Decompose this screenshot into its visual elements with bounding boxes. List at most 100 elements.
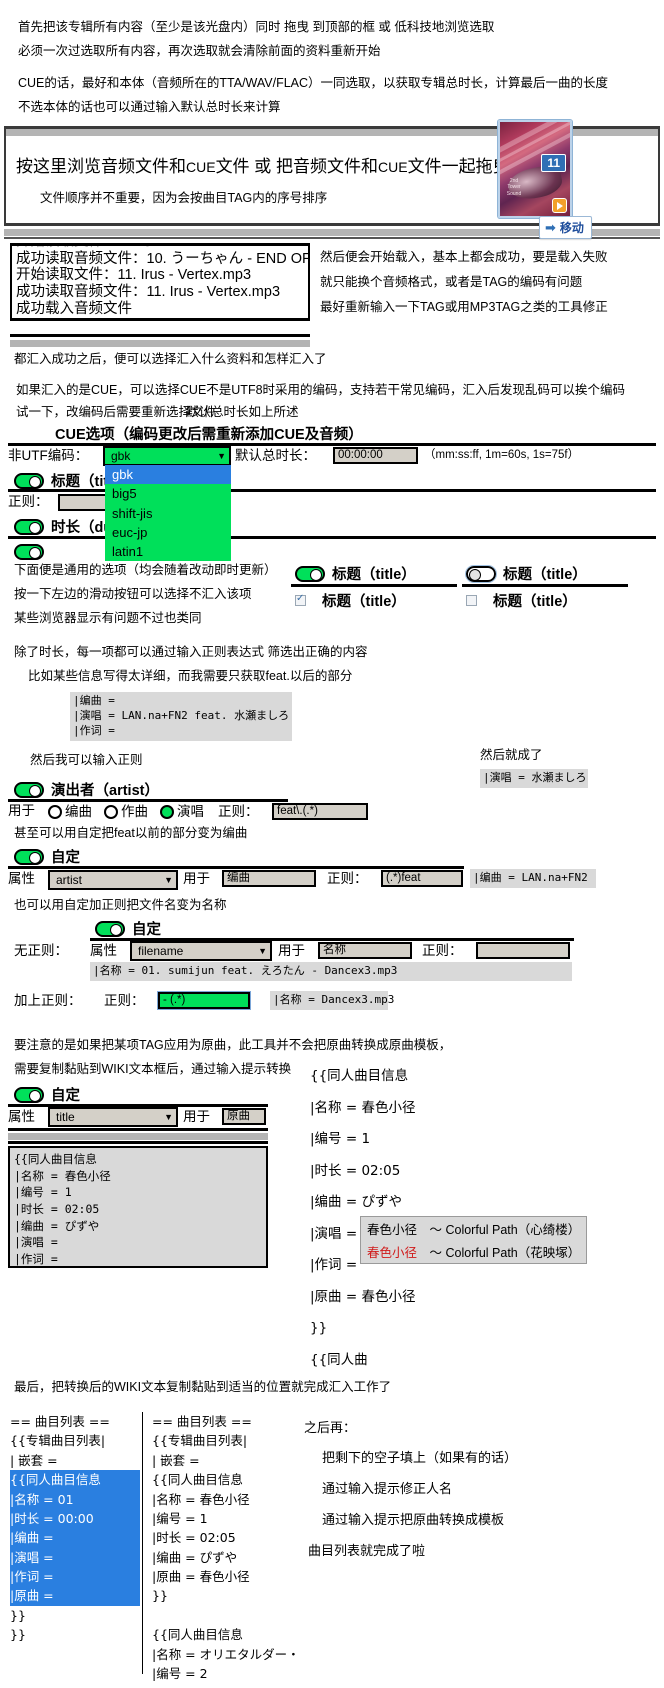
demo-toggle-off-row[interactable]: 标题（title） xyxy=(465,563,587,584)
artist-result-preview: |演唱 = 水瀬ましろ xyxy=(480,769,588,788)
artist-regex-input[interactable]: feat\.(.*) xyxy=(272,803,368,820)
wiki-use-input[interactable]: 原曲 xyxy=(222,1108,266,1125)
custom1-attr-value: artist xyxy=(56,873,83,887)
track-count-badge: 11 xyxy=(541,154,566,172)
wiki-preview-line-1: |名称 = 春色小径 xyxy=(310,1099,416,1116)
artist-radio-3[interactable] xyxy=(160,803,174,821)
suggestion-item-1[interactable]: 春色小径 ～ Colorful Path（花映塚） xyxy=(361,1240,587,1263)
suggestion-item-0[interactable]: 春色小径 ～ Colorful Path（心绮楼） xyxy=(361,1217,587,1240)
artist-result-note: 然后就成了 xyxy=(480,748,543,762)
custom1-regex-value: (.*)feat xyxy=(386,872,421,884)
final-left-line: |时长 = 00:00 xyxy=(10,1508,140,1529)
wiki-band-gray xyxy=(8,1133,268,1140)
wiki-preview-line-2: |编号 = 1 xyxy=(310,1131,371,1147)
custom2-regex-input[interactable] xyxy=(476,942,570,959)
custom2-withregex-regex-label: 正则： xyxy=(104,993,145,1008)
wiki-toggle[interactable] xyxy=(14,1086,44,1103)
custom2-preview: |名称 = 01. sumijun feat. えろたん - Dancex3.m… xyxy=(90,962,572,981)
log-line-3: 成功载入音频文件 xyxy=(16,300,132,317)
wiki-note-1: 要注意的是如果把某项TAG应用为原曲，此工具并不会把原曲转换成原曲模板， xyxy=(14,1038,452,1052)
general-note-1: 下面便是通用的选项（均会随着改动即时更新） xyxy=(14,563,277,577)
encoding-select[interactable]: gbk ▼ xyxy=(103,446,231,466)
final-left-line: |编曲 = xyxy=(10,1528,140,1548)
custom1-label: 自定 xyxy=(51,850,80,866)
final-note: 最后，把转换后的WIKI文本复制黏贴到适当的位置就完成汇入工作了 xyxy=(14,1380,392,1394)
custom2-attr-value: filename xyxy=(138,944,184,958)
album-thumbnail[interactable]: 2nd Tower Sound 11 xyxy=(498,120,572,218)
custom1-attr-select[interactable]: artist ▼ xyxy=(48,870,178,890)
demo-check-on-row[interactable]: 标题（title） xyxy=(295,590,406,611)
suggestion-popup[interactable]: 春色小径 ～ Colorful Path（心绮楼） 春色小径 ～ Colorfu… xyxy=(360,1216,588,1264)
encoding-option-3[interactable]: euc-jp xyxy=(105,523,231,542)
regex-line-3: 然后我可以输入正则 xyxy=(30,753,143,767)
cue-title-toggle[interactable] xyxy=(14,472,44,489)
custom1-result-preview: |编曲 = LAN.na+FN2 xyxy=(470,869,596,888)
log-bottom-band xyxy=(10,340,310,347)
custom2-use-value: 名称 xyxy=(323,944,346,956)
wiki-toggle-row[interactable]: 自定 xyxy=(14,1084,80,1105)
cue-extra-toggle[interactable] xyxy=(14,543,44,560)
wiki-textarea[interactable]: {{同人曲目信息 |名称 = 春色小径 |编号 = 1 |时长 = 02:05 … xyxy=(8,1146,268,1268)
artist-radio-2[interactable] xyxy=(104,803,118,821)
final-note-3: 曲目列表就完成了啦 xyxy=(308,1543,426,1558)
play-icon[interactable] xyxy=(552,198,567,213)
move-button[interactable]: ➡ 移动 xyxy=(539,216,592,239)
demo-checkbox-on[interactable] xyxy=(295,593,306,606)
demo-check-off-row[interactable]: 标题（title） xyxy=(466,590,577,611)
custom2-withregex-preview: |名称 = Dancex3.mp3 xyxy=(270,991,394,1010)
suggestion-rest: ～ Colorful Path（花映塚） xyxy=(417,1246,581,1260)
move-button-label: 移动 xyxy=(559,221,584,235)
total-duration-hint: （mm:ss:ff, 1m=60s, 1s=75f） xyxy=(424,449,580,461)
custom2-use-input[interactable]: 名称 xyxy=(318,942,412,959)
custom2-attr-select[interactable]: filename ▼ xyxy=(130,941,272,961)
final-left-box: == 曲目列表 == {{专辑曲目列表| | 嵌套 = {{同人曲目信息 |名称 = 0… xyxy=(10,1412,140,1645)
artist-radio-1[interactable] xyxy=(48,803,62,821)
regex-line-2: 比如某些信息写得太详细，而我需要只获取feat.以后的部分 xyxy=(28,669,353,683)
custom1-use-input[interactable]: 编曲 xyxy=(222,870,316,887)
log-line-0: 成功读取音频文件：10. うーちゃん - END OF xyxy=(16,250,310,267)
chevron-down-icon: ▼ xyxy=(164,1112,173,1122)
regex-line-1: 除了时长，每一项都可以通过输入正则表达式 筛选出正确的内容 xyxy=(14,645,368,659)
artist-toggle-row[interactable]: 演出者（artist） xyxy=(14,779,159,800)
custom1-attr-label: 属性 xyxy=(8,871,35,886)
encoding-select-value: gbk xyxy=(111,449,131,463)
wiki-note-2: 需要复制黏贴到WIKI文本框后，通过输入提示转换 xyxy=(14,1062,292,1076)
import-log-box: 开始读取文件：10. う 成功读取音频文件：10. うーちゃん - END OF… xyxy=(10,243,310,321)
cue-duration-toggle[interactable] xyxy=(14,518,44,535)
wiki-preview-line-8: }} xyxy=(310,1320,328,1336)
demo-toggle-off[interactable] xyxy=(465,564,497,583)
custom2-withregex-label: 加上正则： xyxy=(14,993,82,1008)
custom1-regex-input[interactable]: (.*)feat xyxy=(381,870,463,887)
custom2-toggle[interactable] xyxy=(95,920,125,937)
regex-line-4: 甚至可以用自定把feat以前的部分变为编曲 xyxy=(14,826,248,840)
custom2-withregex-input[interactable]: - (.*) xyxy=(157,991,251,1010)
encoding-option-2[interactable]: shift-jis xyxy=(105,504,231,523)
demo-toggle-on-row[interactable]: 标题（title） xyxy=(295,563,416,584)
artist-rule xyxy=(8,799,288,802)
encoding-dropdown-list[interactable]: gbk big5 shift-jis euc-jp latin1 xyxy=(105,465,231,562)
final-notes-title: 之后再： xyxy=(304,1420,357,1435)
final-left-line: |名称 = 01 xyxy=(10,1489,140,1509)
total-duration-input[interactable]: 00:00:00 xyxy=(333,447,418,464)
encoding-option-1[interactable]: big5 xyxy=(105,484,231,503)
custom1-toggle[interactable] xyxy=(14,848,44,865)
dropzone-prompt-a: 按这里浏览音频文件和 xyxy=(16,157,186,176)
dropzone-prompt-b: 文件 或 把音频文件和 xyxy=(215,157,379,176)
wiki-preview-line-9: {{同人曲 xyxy=(310,1351,368,1368)
demo-checkbox-off[interactable] xyxy=(466,595,477,606)
log-divider xyxy=(10,334,310,337)
encoding-option-4[interactable]: latin1 xyxy=(105,542,231,561)
custom1-toggle-row[interactable]: 自定 xyxy=(14,846,80,867)
custom2-toggle-row[interactable]: 自定 xyxy=(95,918,161,939)
intro-line-2: 必须一次过选取所有内容，再次选取就会清除前面的资料重新开始 xyxy=(18,44,381,58)
encoding-option-0[interactable]: gbk xyxy=(105,465,231,485)
cue-extra-row[interactable] xyxy=(14,543,44,561)
wiki-attr-label: 属性 xyxy=(8,1109,35,1124)
artist-toggle[interactable] xyxy=(14,781,44,798)
demo-toggle-on[interactable] xyxy=(295,565,325,582)
final-left-line: |原曲 = xyxy=(10,1586,140,1606)
artist-regex-value: feat\.(.*) xyxy=(277,805,318,817)
wiki-attr-select[interactable]: title ▼ xyxy=(48,1107,178,1127)
demo-check-on-label: 标题（title） xyxy=(322,594,406,610)
intro-line-3: CUE的话，最好和本体（音频所在的TTA/WAV/FLAC）一同选取，以获取专辑… xyxy=(18,76,609,90)
